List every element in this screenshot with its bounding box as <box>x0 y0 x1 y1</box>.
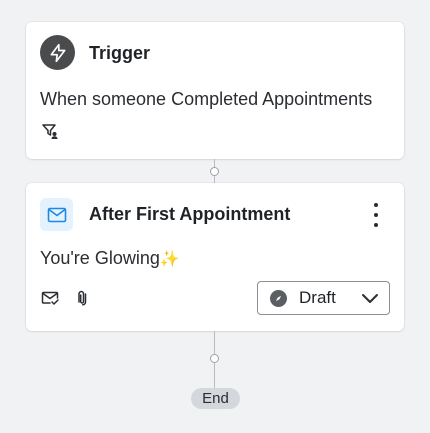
trigger-description: When someone Completed Appointments <box>40 89 373 109</box>
status-value: Draft <box>299 288 336 307</box>
chevron-down-icon <box>362 294 378 303</box>
flow-node[interactable] <box>210 354 219 363</box>
trigger-card[interactable]: Trigger When someone Completed Appointme… <box>26 22 404 159</box>
email-subject-text: You're Glowing <box>40 248 160 268</box>
kebab-menu-icon[interactable] <box>368 203 384 227</box>
status-dropdown[interactable]: Draft <box>257 281 390 315</box>
email-action-card[interactable]: After First Appointment You're Glowing✨ … <box>26 183 404 331</box>
action-title: After First Appointment <box>89 204 291 224</box>
envelope-icon <box>40 198 73 231</box>
mail-check-icon[interactable] <box>41 289 59 307</box>
sparkle-emoji: ✨ <box>159 251 180 268</box>
flow-end-badge: End <box>191 388 240 409</box>
attachment-icon[interactable] <box>73 289 91 307</box>
compass-icon <box>270 289 287 307</box>
email-subject: You're Glowing✨ <box>40 248 180 269</box>
lightning-bolt-icon <box>40 35 75 70</box>
filter-person-icon[interactable] <box>41 122 59 140</box>
trigger-title: Trigger <box>89 43 151 63</box>
flow-node[interactable] <box>210 167 219 176</box>
